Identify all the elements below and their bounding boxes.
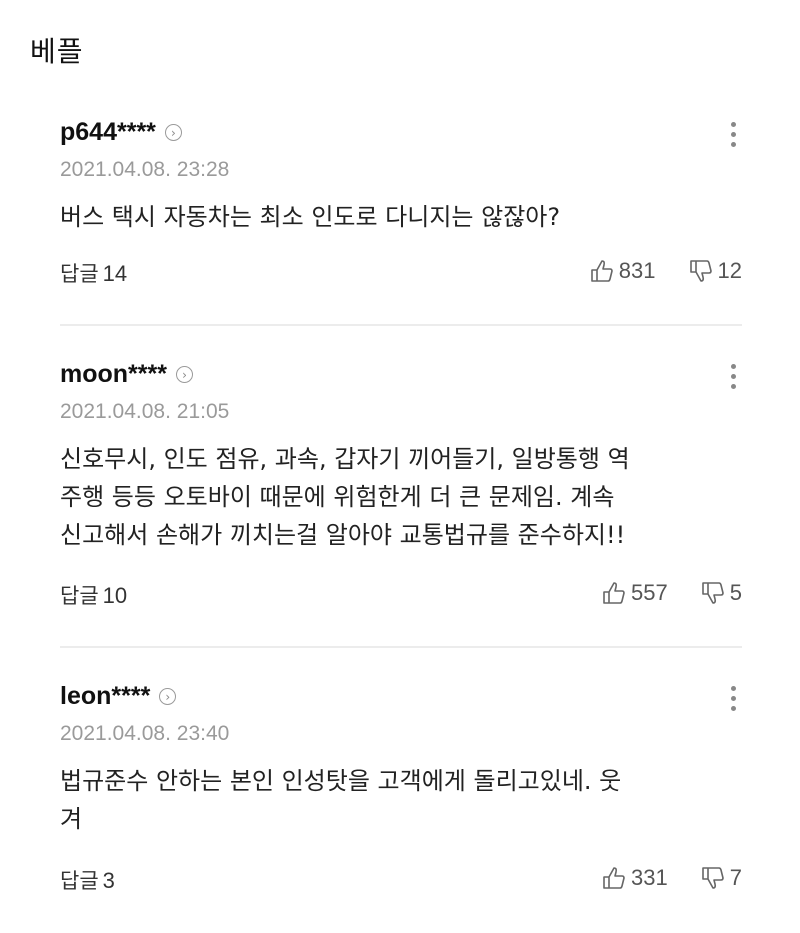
like-button[interactable]: 831 [589,258,656,284]
reply-button[interactable]: 답글 10 [60,580,127,610]
comment-text: 신호무시, 인도 점유, 과속, 갑자기 끼어들기, 일방통행 역 주행 등등 … [60,445,630,549]
like-button[interactable]: 557 [601,580,668,606]
thumbs-up-icon [590,260,613,282]
author-nickname[interactable]: p644**** [60,118,156,147]
reply-count: 14 [102,261,128,286]
dislike-count: 7 [729,865,742,890]
section-title: 베플 [30,35,84,68]
profile-chevron-icon[interactable]: › [175,366,193,383]
author-nickname[interactable]: leon**** [60,682,150,711]
thumbs-down-icon [701,582,724,604]
comment-timestamp: 2021.04.08. 23:40 [60,722,230,745]
dislike-button[interactable]: 7 [700,865,742,891]
dislike-button[interactable]: 12 [688,258,742,284]
comment-item: moon**** › 2021.04.08. 21:05 신호무시, 인도 점유… [0,350,800,648]
dislike-button[interactable]: 5 [700,580,742,606]
thumbs-up-icon [603,867,625,889]
vote-group: 557 5 [601,580,742,606]
comment-item: p644**** › 2021.04.08. 23:28 버스 택시 자동차는 … [0,108,800,326]
reply-label: 답글 [60,869,99,893]
comment-author: moon**** › [60,360,193,389]
divider [60,646,742,648]
comment-footer: 답글 14 831 12 [60,258,742,290]
reply-count: 10 [102,583,128,608]
thumbs-up-icon [603,582,625,604]
like-count: 831 [618,258,656,283]
vote-group: 831 12 [589,258,742,284]
profile-chevron-icon[interactable]: › [164,124,182,141]
thumbs-down-icon [701,867,724,889]
thumbs-down-icon [689,260,712,282]
author-nickname[interactable]: moon**** [60,360,167,389]
comment-item: leon**** › 2021.04.08. 23:40 법규준수 안하는 본인… [0,672,800,933]
reply-count: 3 [102,868,115,893]
comment-footer: 답글 3 331 7 [60,865,742,897]
comment-timestamp: 2021.04.08. 21:05 [60,400,230,423]
reply-label: 답글 [60,262,99,286]
comment-text: 법규준수 안하는 본인 인성탓을 고객에게 돌리고있네. 웃 겨 [60,767,622,833]
dislike-count: 12 [717,258,742,283]
profile-chevron-icon[interactable]: › [159,688,177,705]
more-options-icon[interactable] [724,686,742,720]
like-button[interactable]: 331 [601,865,668,891]
divider [60,324,742,326]
comment-timestamp: 2021.04.08. 23:28 [60,158,230,181]
vote-group: 331 7 [601,865,742,891]
comment-author: leon**** › [60,682,177,711]
reply-button[interactable]: 답글 3 [60,865,115,895]
reply-button[interactable]: 답글 14 [60,258,127,288]
comment-footer: 답글 10 557 5 [60,580,742,612]
comment-author: p644**** › [60,118,182,147]
more-options-icon[interactable] [724,122,742,156]
more-options-icon[interactable] [724,364,742,398]
comment-text: 버스 택시 자동차는 최소 인도로 다니지는 않잖아? [60,203,561,231]
like-count: 331 [631,865,668,890]
like-count: 557 [631,580,668,605]
reply-label: 답글 [60,584,99,608]
dislike-count: 5 [729,580,742,605]
